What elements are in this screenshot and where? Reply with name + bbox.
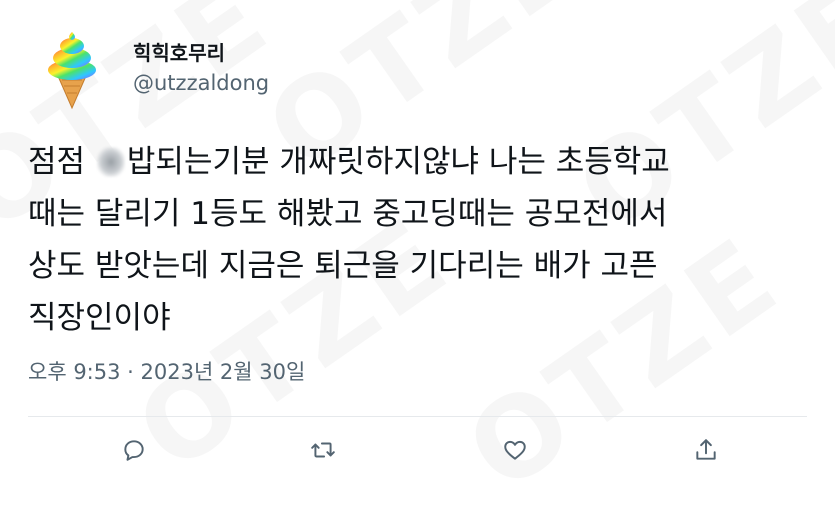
user-names: 힉힉호무리 @utzzaldong [133,40,269,97]
heart-icon [504,440,526,460]
action-bar [0,432,835,468]
tweet-text-line4: 직장인이야 [28,300,171,336]
share-icon [696,439,716,460]
display-name[interactable]: 힉힉호무리 [133,40,269,66]
avatar[interactable] [44,30,100,110]
share-button[interactable] [688,432,724,468]
reply-button[interactable] [116,432,152,468]
tweet-card: OTZE OTZE OTZE OTZE OTZE [0,0,835,511]
tweet-text: 점점 밥되는기분 개짜릿하지않냐 나는 초등학교 때는 달리기 1등도 해봤고 … [28,136,828,344]
speech-bubble-icon [124,440,144,461]
divider [28,416,807,417]
retweet-icon [311,442,335,458]
tweet-text-line2: 때는 달리기 1등도 해봤고 중고딩때는 공모전에서 [28,196,668,232]
tweet-text-line1-after: 밥되는기분 개짜릿하지않냐 나는 초등학교 [126,144,670,180]
like-button[interactable] [497,432,533,468]
user-handle[interactable]: @utzzaldong [133,69,269,97]
retweet-button[interactable] [305,432,341,468]
tweet-timestamp[interactable]: 오후 9:53 · 2023년 2월 30일 [28,357,305,387]
tweet-header: 힉힉호무리 @utzzaldong [44,30,269,110]
blurred-character [96,147,125,177]
tweet-text-line1-before: 점점 [28,144,95,180]
tweet-text-line3: 상도 받앗는데 지금은 퇴근을 기다리는 배가 고픈 [28,248,658,284]
